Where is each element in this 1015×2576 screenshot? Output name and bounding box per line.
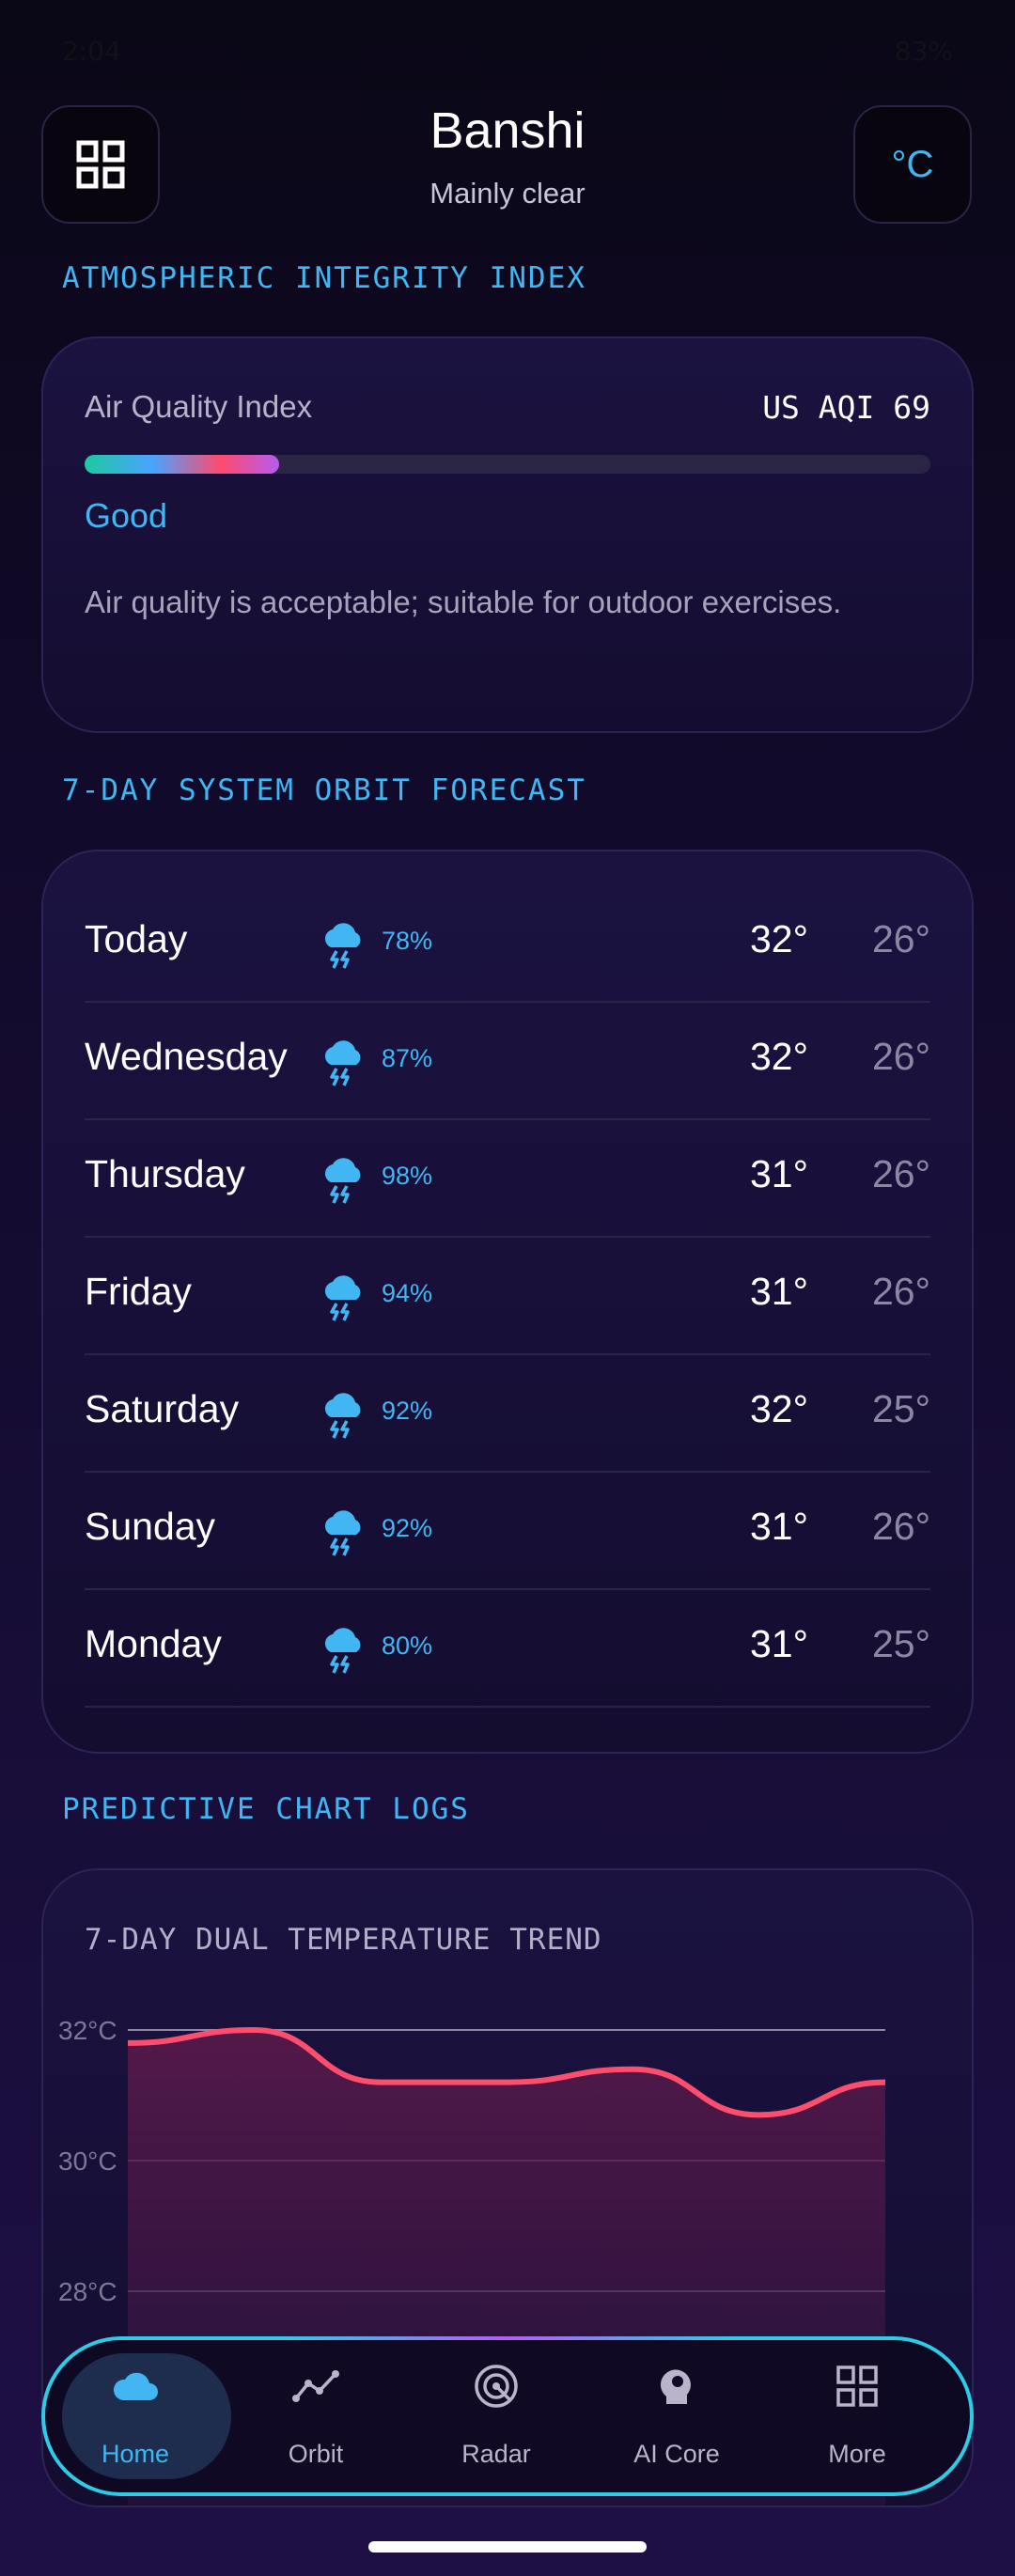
nav-orbit[interactable]: Orbit xyxy=(226,2340,406,2492)
nav-label: Home xyxy=(101,2440,170,2468)
unit-toggle-button[interactable]: °C xyxy=(853,105,972,224)
forecast-day: Saturday xyxy=(85,1387,240,1430)
aqi-category: Good xyxy=(85,496,168,535)
low-temp: 26° xyxy=(871,917,930,960)
high-temp: 31° xyxy=(749,1622,808,1665)
aqi-level-bar xyxy=(85,455,930,474)
cloud-icon xyxy=(112,2363,159,2410)
high-temp: 31° xyxy=(749,1270,808,1313)
forecast-row[interactable]: Sunday 92% 31° 26° xyxy=(85,1471,930,1590)
precipitation-chance: 94% xyxy=(382,1279,433,1307)
thunderstorm-cloud-icon xyxy=(320,1272,367,1324)
precipitation-chance: 80% xyxy=(382,1631,433,1660)
aqi-level-fill xyxy=(85,455,279,474)
precipitation-chance: 98% xyxy=(382,1162,433,1190)
thunderstorm-cloud-icon xyxy=(320,1037,367,1089)
forecast-day: Thursday xyxy=(85,1152,245,1195)
forecast-day: Sunday xyxy=(85,1505,216,1548)
forecast-section-title: 7-DAY SYSTEM ORBIT FORECAST xyxy=(62,773,586,807)
high-temp: 32° xyxy=(749,1387,808,1430)
forecast-row[interactable]: Thursday 98% 31° 26° xyxy=(85,1118,930,1238)
y-tick-label: 28°C xyxy=(58,2277,117,2306)
thunderstorm-cloud-icon xyxy=(320,1389,367,1442)
status-battery: 83% xyxy=(894,36,953,67)
forecast-row[interactable]: Saturday 92% 32° 25° xyxy=(85,1353,930,1473)
low-temp: 25° xyxy=(871,1387,930,1430)
aqi-value: US AQI 69 xyxy=(762,389,930,426)
thunderstorm-cloud-icon xyxy=(320,919,367,972)
unit-label: °C xyxy=(891,143,934,185)
nav-label: AI Core xyxy=(633,2440,720,2468)
low-temp: 26° xyxy=(871,1505,930,1548)
bottom-nav: Home Orbit Radar AI Core More xyxy=(41,2336,974,2496)
forecast-day: Friday xyxy=(85,1270,192,1313)
thunderstorm-cloud-icon xyxy=(320,1624,367,1677)
home-indicator xyxy=(368,2541,647,2553)
y-tick-label: 30°C xyxy=(58,2147,117,2176)
status-time: 2:04 xyxy=(62,36,121,67)
y-tick-label: 32°C xyxy=(58,2016,117,2045)
nav-radar[interactable]: Radar xyxy=(406,2340,586,2492)
forecast-row[interactable]: Friday 94% 31° 26° xyxy=(85,1236,930,1355)
grid-icon xyxy=(834,2363,881,2410)
aqi-section-title: ATMOSPHERIC INTEGRITY INDEX xyxy=(62,261,586,295)
forecast-card: Today 78% 32° 26° Wednesday 87% 32° 26° … xyxy=(41,850,974,1754)
forecast-day: Monday xyxy=(85,1622,222,1665)
nav-ai-core[interactable]: AI Core xyxy=(586,2340,767,2492)
status-bar: 2:04 83% xyxy=(62,26,953,79)
precipitation-chance: 92% xyxy=(382,1397,433,1425)
forecast-row[interactable]: Wednesday 87% 32° 26° xyxy=(85,1001,930,1120)
low-temp: 26° xyxy=(871,1270,930,1313)
low-temp: 26° xyxy=(871,1152,930,1195)
low-temp: 26° xyxy=(871,1035,930,1078)
thunderstorm-cloud-icon xyxy=(320,1154,367,1207)
thunderstorm-cloud-icon xyxy=(320,1507,367,1559)
aqi-card: Air Quality Index US AQI 69 Good Air qua… xyxy=(41,336,974,733)
brain-gear-icon xyxy=(653,2363,700,2410)
nav-home[interactable]: Home xyxy=(45,2340,231,2492)
forecast-row[interactable]: Monday 80% 31° 25° xyxy=(85,1588,930,1708)
forecast-day: Today xyxy=(85,917,188,960)
charts-section-title: PREDICTIVE CHART LOGS xyxy=(62,1792,470,1826)
nav-label: More xyxy=(828,2440,886,2468)
precipitation-chance: 87% xyxy=(382,1044,433,1072)
high-temp: 32° xyxy=(749,1035,808,1078)
precipitation-chance: 78% xyxy=(382,927,433,955)
high-temp: 31° xyxy=(749,1505,808,1548)
low-temp: 25° xyxy=(871,1622,930,1665)
high-temp: 32° xyxy=(749,917,808,960)
forecast-row[interactable]: Today 78% 32° 26° xyxy=(85,883,930,1003)
radar-icon xyxy=(473,2363,520,2410)
high-temp: 31° xyxy=(749,1152,808,1195)
trend-line-icon xyxy=(292,2363,339,2410)
nav-label: Radar xyxy=(461,2440,531,2468)
aqi-label: Air Quality Index xyxy=(85,389,313,424)
forecast-day: Wednesday xyxy=(85,1035,288,1078)
aqi-description: Air quality is acceptable; suitable for … xyxy=(85,585,842,619)
precipitation-chance: 92% xyxy=(382,1514,433,1542)
nav-more[interactable]: More xyxy=(767,2340,947,2492)
nav-label: Orbit xyxy=(288,2440,344,2468)
